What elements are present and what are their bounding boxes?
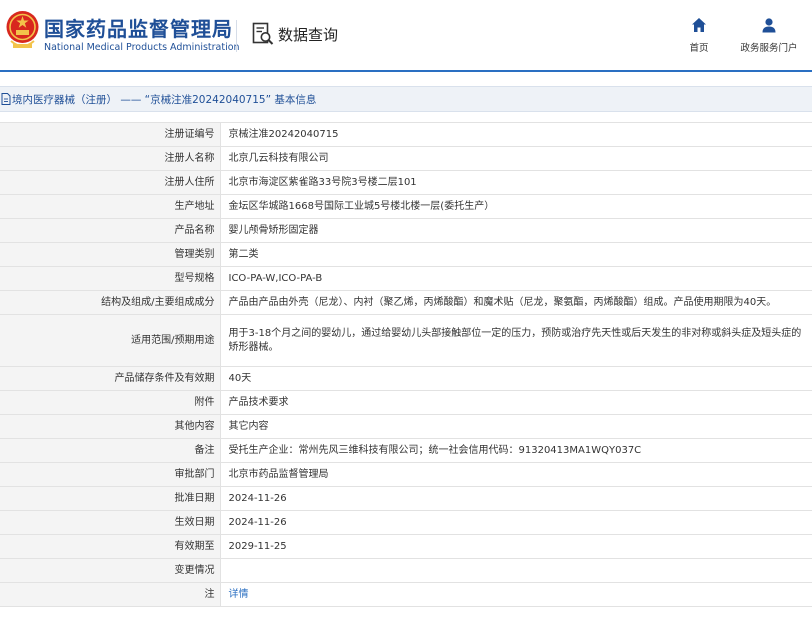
table-row: 产品名称 婴儿颅骨矫形固定器 [0,218,812,243]
table-row: 适用范围/预期用途 用于3-18个月之间的婴幼儿，通过给婴幼儿头部接触部位一定的压… [0,314,812,367]
field-label: 批准日期 [0,486,221,511]
field-label: 备注 [0,438,221,463]
field-value: 2029-11-25 [220,534,812,559]
site-header: 国家药品监督管理局 National Medical Products Admi… [0,0,812,72]
header-divider [236,20,237,52]
data-query-label: 数据查询 [278,25,339,44]
field-label: 产品名称 [0,218,221,243]
field-value: 金坛区华城路1668号国际工业城5号楼北楼一层(委托生产） [220,194,812,219]
site-brand-subtitle[interactable]: National Medical Products Administration [44,42,240,53]
field-value: 产品技术要求 [220,390,812,415]
table-row: 注详情 [0,582,812,607]
field-value: 京械注准20242040715 [220,122,812,147]
field-value: 用于3-18个月之间的婴幼儿，通过给婴幼儿头部接触部位一定的压力，预防或治疗先天… [220,314,812,367]
record-title-bar: 境内医疗器械（注册） —— “京械注准20242040715” 基本信息 [0,86,812,112]
table-row: 注册人名称 北京几云科技有限公司 [0,146,812,171]
field-value: 第二类 [220,242,812,267]
table-row: 结构及组成/主要组成成分 产品由产品由外壳（尼龙）、内衬（聚乙烯，丙烯酸酯）和魔术… [0,290,812,315]
table-row: 其他内容 其它内容 [0,414,812,439]
details-link[interactable]: 详情 [229,589,249,600]
field-label: 注册人名称 [0,146,221,171]
field-label: 注册证编号 [0,122,221,147]
field-value: 其它内容 [220,414,812,439]
record-title: 境内医疗器械（注册） —— “京械注准20242040715” 基本信息 [12,93,317,106]
field-label: 审批部门 [0,462,221,487]
field-value: 婴儿颅骨矫形固定器 [220,218,812,243]
field-label: 适用范围/预期用途 [0,314,221,367]
table-row: 产品储存条件及有效期 40天 [0,366,812,391]
field-value: 北京市海淀区紫雀路33号院3号楼二层101 [220,170,812,195]
field-label: 有效期至 [0,534,221,559]
field-value: 产品由产品由外壳（尼龙）、内衬（聚乙烯，丙烯酸酯）和魔术贴（尼龙，聚氨酯，丙烯酸… [220,290,812,315]
field-label: 管理类别 [0,242,221,267]
nav-home[interactable]: 首页 [684,17,714,55]
user-icon [762,18,776,33]
document-icon [1,93,11,105]
field-value: 受托生产企业：常州先风三维科技有限公司；统一社会信用代码：91320413MA1… [220,438,812,463]
registration-info-table: 注册证编号 京械注准20242040715 注册人名称 北京几云科技有限公司 注册人住所… [0,122,812,607]
field-value: 详情 [220,582,812,607]
data-query-link[interactable]: 数据查询 [252,21,338,47]
field-value: 北京几云科技有限公司 [220,146,812,171]
site-brand-title[interactable]: 国家药品监督管理局 [44,13,233,42]
table-row: 批准日期 2024-11-26 [0,486,812,511]
national-emblem-icon [6,11,39,48]
field-label: 其他内容 [0,414,221,439]
field-label: 附件 [0,390,221,415]
field-label: 注 [0,582,221,607]
field-label: 型号规格 [0,266,221,291]
field-label: 生产地址 [0,194,221,219]
table-row: 生产地址 金坛区华城路1668号国际工业城5号楼北楼一层(委托生产） [0,194,812,219]
field-label: 注册人住所 [0,170,221,195]
table-row: 注册证编号 京械注准20242040715 [0,122,812,147]
field-label: 变更情况 [0,558,221,583]
field-value: 北京市药品监督管理局 [220,462,812,487]
table-row: 变更情况 [0,558,812,583]
field-label: 结构及组成/主要组成成分 [0,290,221,315]
field-label: 产品储存条件及有效期 [0,366,221,391]
field-value: 2024-11-26 [220,486,812,511]
table-row: 生效日期 2024-11-26 [0,510,812,535]
field-value: 40天 [220,366,812,391]
field-value: 2024-11-26 [220,510,812,535]
table-row: 管理类别 第二类 [0,242,812,267]
field-label: 生效日期 [0,510,221,535]
table-row: 审批部门 北京市药品监督管理局 [0,462,812,487]
table-row: 备注 受托生产企业：常州先风三维科技有限公司；统一社会信用代码：91320413M… [0,438,812,463]
nav-service-portal[interactable]: 政务服务门户 [737,17,801,55]
field-value: ICO-PA-W,ICO-PA-B [220,266,812,291]
home-icon [692,18,706,32]
field-value [220,558,812,583]
nav-home-label: 首页 [689,43,709,54]
table-row: 注册人住所 北京市海淀区紫雀路33号院3号楼二层101 [0,170,812,195]
table-row: 附件 产品技术要求 [0,390,812,415]
nav-service-portal-label: 政务服务门户 [740,43,798,54]
table-row: 型号规格 ICO-PA-W,ICO-PA-B [0,266,812,291]
table-row: 有效期至 2029-11-25 [0,534,812,559]
data-search-icon [252,22,274,45]
